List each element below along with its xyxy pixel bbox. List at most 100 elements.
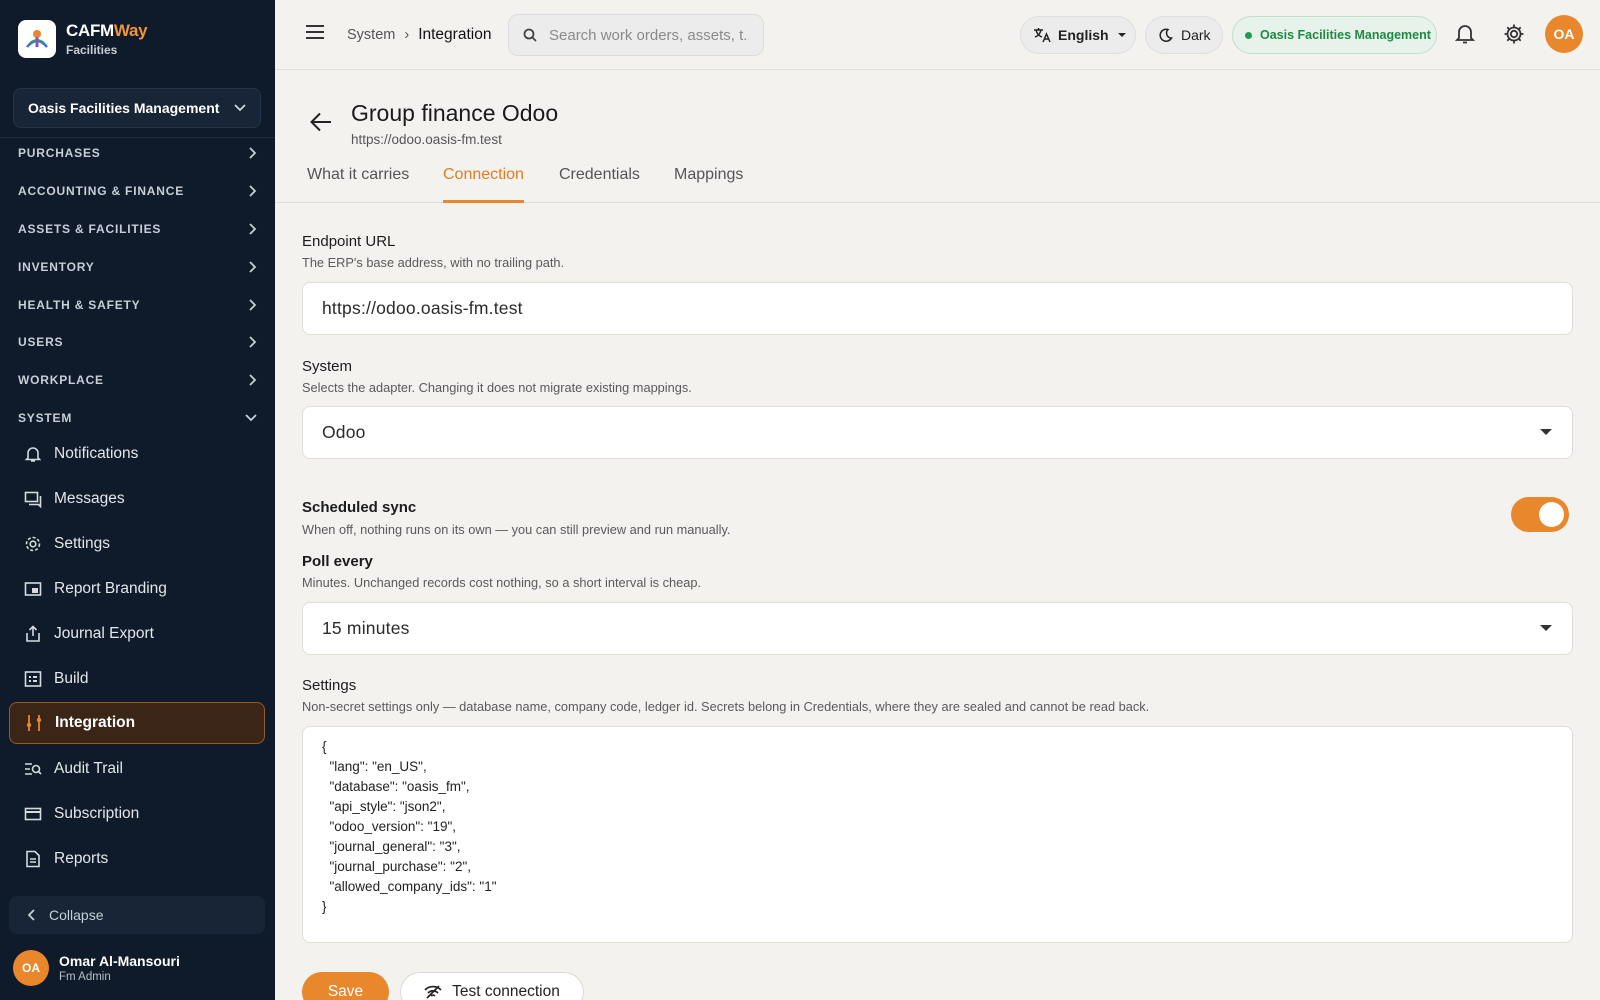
sidebar-section-assets[interactable]: ASSETS & FACILITIES [0,211,275,247]
system-help: Selects the adapter. Changing it does no… [302,380,692,395]
sidebar-item-settings[interactable]: Settings [9,523,265,565]
chevron-down-icon [245,414,257,422]
sidebar-item-journal-export[interactable]: Journal Export [9,613,265,655]
org-selector[interactable]: Oasis Facilities Management [13,88,261,128]
chevron-right-icon: › [404,27,410,43]
language-selector[interactable]: English [1020,16,1136,54]
endpoint-url-field[interactable]: https://odoo.oasis-fm.test [302,282,1573,335]
sidebar-item-subscription[interactable]: Subscription [9,793,265,835]
report-icon [23,849,43,869]
translate-icon [1034,28,1051,43]
system-select-value: Odoo [322,422,366,442]
chat-icon [23,489,43,509]
tab-credentials[interactable]: Credentials [559,166,640,203]
chevron-left-icon [27,909,35,921]
moon-icon [1159,27,1173,42]
sidebar-section-system[interactable]: SYSTEM [0,400,275,436]
brand-name: CAFMWay [66,21,148,40]
caret-down-icon [1540,429,1552,435]
settings-json-textarea[interactable]: { "lang": "en_US", "database": "oasis_fm… [302,726,1573,943]
sidebar-item-notifications[interactable]: Notifications [9,433,265,475]
gear-icon[interactable] [1503,23,1525,45]
tab-what-it-carries[interactable]: What it carries [307,166,409,203]
breadcrumb-system[interactable]: System [347,27,395,43]
wifi-icon [424,985,442,999]
sidebar-item-messages[interactable]: Messages [9,478,265,520]
brand[interactable]: CAFMWay Facilities [18,20,148,58]
chevron-right-icon [249,336,257,348]
tab-mappings[interactable]: Mappings [674,166,743,203]
poll-interval-select[interactable]: 15 minutes [302,602,1573,655]
search-icon [523,28,537,42]
sidebar-section-inventory[interactable]: INVENTORY [0,249,275,285]
sidebar-item-integration[interactable]: Integration [9,702,265,744]
user-profile[interactable]: OA Omar Al-Mansouri Fm Admin [13,950,180,986]
breadcrumb: System › Integration [347,26,491,44]
poll-interval-value: 15 minutes [322,618,410,638]
branding-icon [23,579,43,599]
sidebar: CAFMWay Facilities Oasis Facilities Mana… [0,0,275,1000]
search-placeholder: Search work orders, assets, t... [549,26,749,44]
bell-icon[interactable] [1455,23,1475,45]
export-icon [23,624,43,644]
card-icon [23,804,43,824]
test-connection-button[interactable]: Test connection [400,972,584,1000]
topbar: System › Integration Search work orders,… [275,0,1600,70]
sidebar-section-users[interactable]: USERS [0,324,275,360]
org-status-badge[interactable]: Oasis Facilities Management [1232,16,1437,54]
settings-help: Non-secret settings only — database name… [302,699,1150,714]
breadcrumb-current: Integration [418,26,492,43]
user-name: Omar Al-Mansouri [59,953,180,969]
scheduled-sync-toggle[interactable] [1511,497,1569,532]
sidebar-item-reports[interactable]: Reports [9,838,265,880]
brand-logo-icon [18,20,56,58]
tab-connection[interactable]: Connection [443,166,524,203]
caret-down-icon [1117,33,1126,37]
system-label: System [302,358,353,375]
chevron-right-icon [249,185,257,197]
endpoint-label: Endpoint URL [302,233,396,250]
brand-subtitle: Facilities [66,43,118,57]
system-select[interactable]: Odoo [302,406,1573,459]
toggle-knob [1539,502,1564,527]
poll-label: Poll every [302,553,373,570]
chevron-right-icon [249,374,257,386]
integration-icon [24,713,44,733]
chevron-right-icon [249,261,257,273]
sidebar-section-workplace[interactable]: WORKPLACE [0,362,275,398]
chevron-right-icon [249,299,257,311]
chevron-right-icon [249,223,257,235]
status-dot-icon [1245,31,1252,39]
scheduled-sync-help: When off, nothing runs on its own — you … [302,522,731,537]
org-selector-label: Oasis Facilities Management [28,100,220,116]
sidebar-item-audit-trail[interactable]: Audit Trail [9,748,265,790]
poll-help: Minutes. Unchanged records cost nothing,… [302,575,702,590]
sidebar-item-report-branding[interactable]: Report Branding [9,568,265,610]
sidebar-section-health-safety[interactable]: HEALTH & SAFETY [0,287,275,323]
chevron-down-icon [234,104,246,112]
page-subtitle: https://odoo.oasis-fm.test [351,132,502,147]
avatar: OA [13,950,49,986]
audit-icon [23,759,43,779]
back-arrow-icon[interactable] [310,112,332,132]
sidebar-section-accounting[interactable]: ACCOUNTING & FINANCE [0,173,275,209]
theme-toggle[interactable]: Dark [1145,16,1223,54]
sidebar-item-build[interactable]: Build [9,658,265,700]
endpoint-help: The ERP's base address, with no trailing… [302,255,565,270]
tab-bar: What it carries Connection Credentials M… [275,160,1600,203]
sidebar-section-purchases[interactable]: PURCHASES [0,135,275,171]
save-button[interactable]: Save [302,972,389,1000]
bell-icon [23,444,43,464]
caret-down-icon [1540,625,1552,631]
build-icon [23,669,43,689]
page-title: Group finance Odoo [351,100,559,126]
collapse-button[interactable]: Collapse [9,896,265,934]
chevron-right-icon [249,147,257,159]
avatar[interactable]: OA [1545,15,1583,53]
search-input[interactable]: Search work orders, assets, t... [508,14,764,56]
settings-label: Settings [302,677,357,694]
gear-icon [23,534,43,554]
scheduled-sync-label: Scheduled sync [302,499,417,516]
user-role: Fm Admin [59,971,111,983]
menu-icon[interactable] [305,24,325,40]
